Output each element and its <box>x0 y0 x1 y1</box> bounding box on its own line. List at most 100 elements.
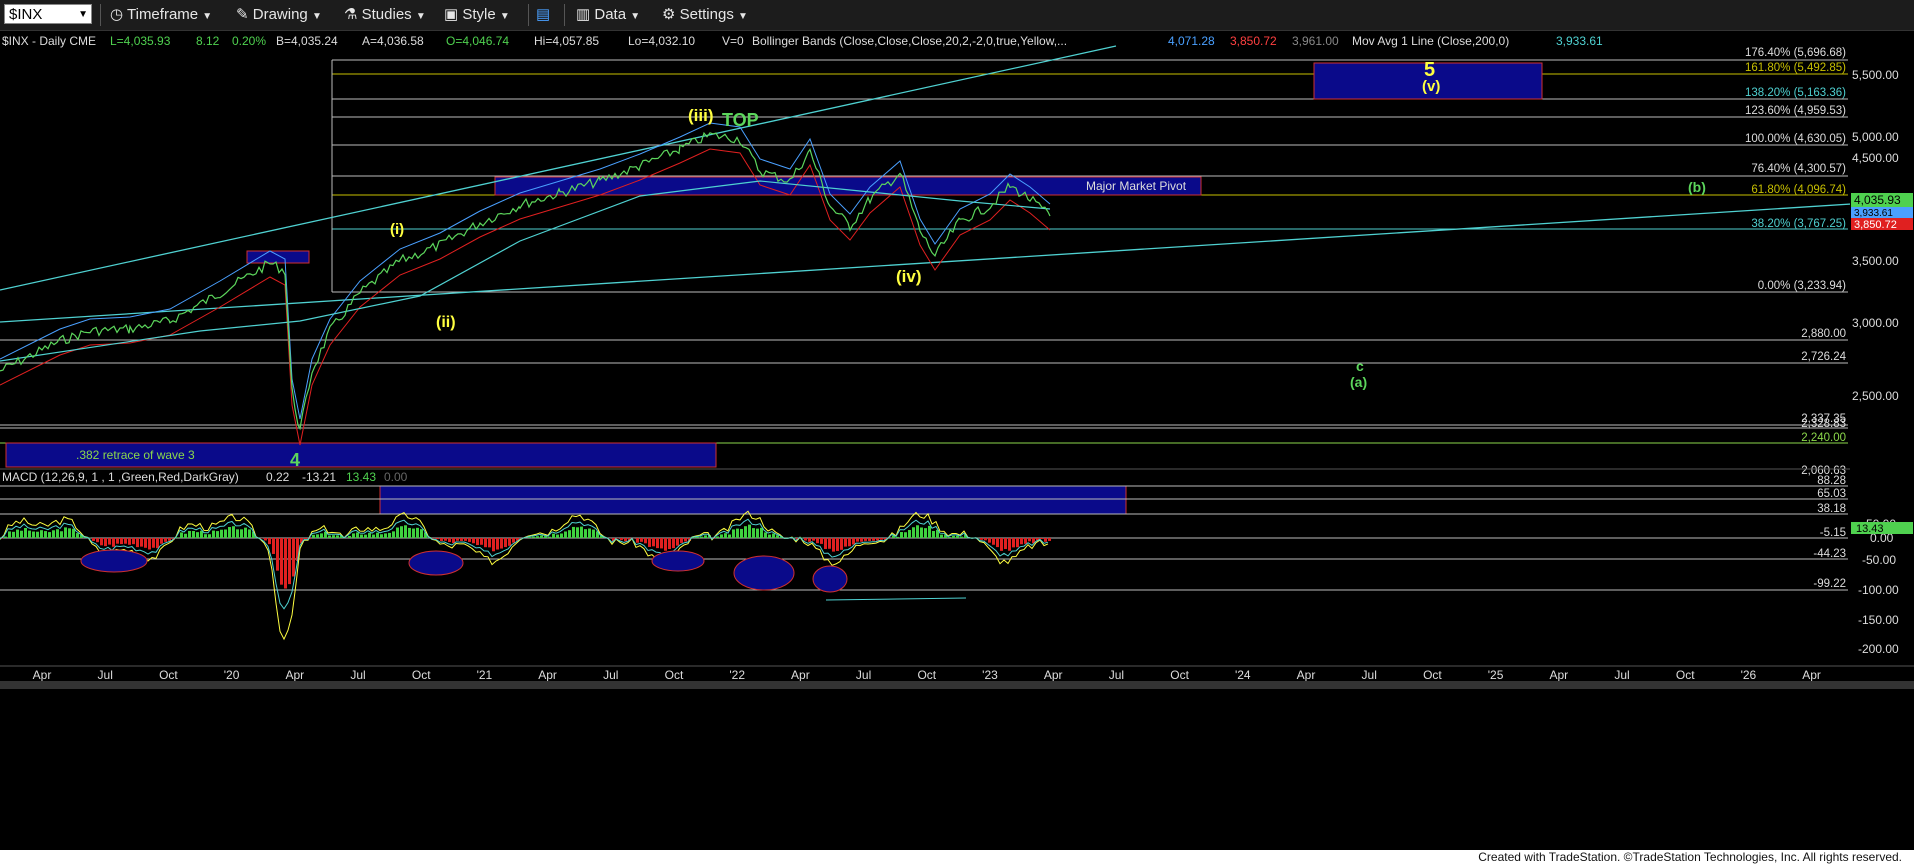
macd-bar <box>812 538 815 541</box>
ask-value: A=4,036.58 <box>362 34 424 48</box>
time-axis-label: Apr <box>538 668 557 682</box>
macd-bar <box>8 531 11 538</box>
macd-bar <box>136 538 139 548</box>
macd-bar <box>752 528 755 538</box>
macd-bar <box>828 538 831 549</box>
b-box <box>246 250 310 264</box>
time-axis-label: Oct <box>665 668 684 682</box>
studies-menu[interactable]: ⚗ Studies ▼ <box>344 5 426 25</box>
macd-bar <box>224 529 227 538</box>
wave-c-label: c <box>1356 358 1364 374</box>
axis-label: -150.00 <box>1858 613 1899 627</box>
macd-bar <box>920 527 923 538</box>
macd-bar <box>316 534 319 538</box>
macd-bar <box>624 538 627 542</box>
macd-bar <box>724 533 727 538</box>
time-axis-label: Oct <box>412 668 431 682</box>
symbol-selector[interactable]: $INX ▼ <box>4 4 92 24</box>
style-menu[interactable]: ▣ Style ▼ <box>444 5 510 25</box>
macd-bar <box>480 538 483 545</box>
macd-bar <box>128 538 131 545</box>
macd-bar <box>564 531 567 538</box>
macd-bar <box>92 538 95 541</box>
macd-bar <box>948 536 951 538</box>
style-label: Style <box>462 6 496 23</box>
macd-bar <box>148 538 151 550</box>
macd-bar <box>28 530 31 538</box>
data-label: Data <box>594 6 627 23</box>
layout-icon: ▤ <box>536 6 551 23</box>
time-axis-label: Apr <box>791 668 810 682</box>
macd-level-label: -5.15 <box>1820 527 1846 539</box>
axis-label: -200.00 <box>1858 642 1899 656</box>
macd-bar <box>988 538 991 543</box>
macd-bar <box>484 538 487 548</box>
layout-button[interactable]: ▤ <box>536 5 550 25</box>
macd-bar <box>864 538 867 541</box>
wave-ii-label: (ii) <box>436 314 456 331</box>
macd-bar <box>472 538 475 544</box>
macd-bar <box>808 538 811 542</box>
macd-level-label: 65.03 <box>1817 488 1846 500</box>
time-axis-label: '24 <box>1235 668 1251 682</box>
timeframe-menu[interactable]: ◷ Timeframe ▼ <box>110 5 212 25</box>
macd-bar <box>508 538 511 546</box>
macd-bar <box>852 538 855 545</box>
fib-label: 2,328.83 <box>1801 418 1846 430</box>
macd-bar <box>536 536 539 538</box>
macd-label: MACD (12,26,9, 1 , 1 ,Green,Red,DarkGray… <box>2 470 239 484</box>
macd-bar <box>1000 538 1003 551</box>
macd-bar <box>840 538 843 550</box>
macd-bar <box>352 533 355 538</box>
macd-bar <box>312 534 315 538</box>
time-axis-label: Apr <box>33 668 52 682</box>
wave-a-label: (a) <box>1350 374 1367 390</box>
macd-bar <box>380 534 383 538</box>
time-axis-label: '22 <box>729 668 745 682</box>
macd-bar <box>1008 538 1011 551</box>
data-menu[interactable]: ▥ Data ▼ <box>576 5 640 25</box>
horizontal-scrollbar[interactable] <box>0 681 1914 689</box>
time-axis-label: '20 <box>224 668 240 682</box>
macd-bar <box>696 537 699 538</box>
macd-bar <box>96 538 99 543</box>
macd-bar <box>492 538 495 552</box>
macd-bar <box>368 532 371 538</box>
mov-avg-label: Mov Avg 1 Line (Close,200,0) <box>1352 34 1509 48</box>
axis-label: -100.00 <box>1858 583 1899 597</box>
macd-bar <box>728 534 731 538</box>
axis-label: 4,500.00 <box>1852 151 1899 165</box>
settings-menu[interactable]: ⚙ Settings ▼ <box>662 5 748 25</box>
macd-bar <box>960 536 963 538</box>
macd-bar <box>464 538 467 541</box>
macd-bar <box>272 538 275 554</box>
macd-bar <box>716 536 719 538</box>
low-value: Lo=4,032.10 <box>628 34 695 48</box>
macd-bar <box>532 536 535 538</box>
fib-label: 138.20% (5,163.36) <box>1745 87 1846 99</box>
macd-bar <box>52 530 55 538</box>
price-chart[interactable]: $INX - Daily CME L=4,035.93 8.12 0.20% B… <box>0 31 1914 850</box>
wave-iv-label: (iv) <box>896 267 922 286</box>
macd-bar <box>132 538 135 545</box>
macd-bar <box>100 538 103 546</box>
macd-bar <box>756 528 759 538</box>
macd-bar <box>140 538 143 547</box>
macd-bar <box>420 529 423 538</box>
fib-label: 2,880.00 <box>1801 328 1846 340</box>
drawing-menu[interactable]: ✎ Drawing ▼ <box>236 5 322 25</box>
time-axis-label: Jul <box>856 668 871 682</box>
macd-bar <box>376 532 379 538</box>
macd-value: 0.22 <box>266 470 290 484</box>
macd-bar <box>72 528 75 538</box>
pct-change: 0.20% <box>232 34 266 48</box>
macd-bar <box>912 527 915 538</box>
macd-zero-value: 0.00 <box>384 470 408 484</box>
macd-bar <box>44 531 47 538</box>
macd-bar <box>856 538 859 542</box>
macd-bar <box>460 538 463 541</box>
macd-bar <box>212 530 215 538</box>
macd-bar <box>500 538 503 549</box>
macd-bar <box>848 538 851 547</box>
style-icon: ▣ <box>444 6 459 23</box>
